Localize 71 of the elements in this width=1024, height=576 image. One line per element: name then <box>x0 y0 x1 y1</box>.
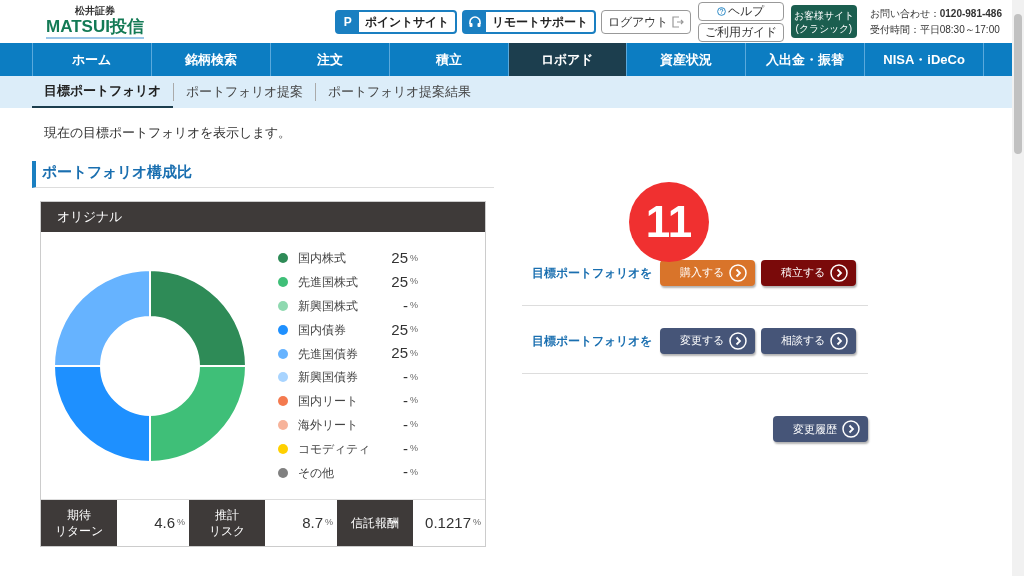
percent-unit: % <box>410 418 418 432</box>
point-site-button[interactable]: P ポイントサイト <box>334 9 457 34</box>
legend-value: - <box>402 295 408 316</box>
legend-value: - <box>402 390 408 411</box>
legend-value: 25 <box>390 319 408 340</box>
legend-value: - <box>402 462 408 483</box>
percent-unit: % <box>410 346 418 360</box>
percent-unit: % <box>410 394 418 408</box>
logout-icon <box>671 15 684 28</box>
percent-unit: % <box>410 442 418 456</box>
legend-label: 先進国債券 <box>298 345 359 363</box>
help-icon <box>717 6 727 16</box>
classic-site-button[interactable]: お客様サイト (クラシック) <box>790 5 857 38</box>
stat-label: 推計 リスク <box>189 500 265 546</box>
legend-label: 海外リート <box>298 417 359 434</box>
action-button[interactable]: 積立する <box>761 259 856 286</box>
nav-tab[interactable]: ロボアド <box>507 43 627 76</box>
legend-value: 25 <box>390 271 408 292</box>
legend-label: 先進国株式 <box>298 274 359 292</box>
stat-value: 4.6 <box>154 512 175 533</box>
percent-unit: % <box>410 465 418 479</box>
legend-label: 国内株式 <box>298 250 347 268</box>
percent-unit: % <box>177 516 185 530</box>
legend-value: - <box>402 367 408 388</box>
card-title: オリジナル <box>41 202 485 232</box>
chevron-right-icon <box>842 420 860 438</box>
chevron-right-icon <box>830 263 848 282</box>
action-prompt: 目標ポートフォリオを <box>532 264 653 282</box>
intro-text: 現在の目標ポートフォリオを表示します。 <box>43 124 292 142</box>
stat-value: 0.1217 <box>425 512 471 533</box>
guide-link[interactable]: ご利用ガイド <box>697 22 784 42</box>
percent-unit: % <box>410 251 418 265</box>
percent-unit: % <box>410 275 418 289</box>
legend-value: 25 <box>390 248 408 269</box>
stat-label: 信託報酬 <box>337 500 413 546</box>
legend-label: 国内リート <box>298 393 359 411</box>
logo[interactable]: MATSUI投信 <box>46 16 144 39</box>
legend-label: その他 <box>298 464 335 482</box>
legend-label: 新興国債券 <box>298 369 359 387</box>
percent-unit: % <box>410 323 418 337</box>
logo-caption: 松井証券 <box>75 4 115 17</box>
remote-support-button[interactable]: リモートサポート <box>461 9 596 34</box>
help-link[interactable]: ヘルプ <box>697 1 784 21</box>
headset-icon <box>467 14 482 29</box>
logout-button[interactable]: ログアウト <box>600 9 691 34</box>
percent-unit: % <box>473 516 481 530</box>
legend-label: コモディティ <box>298 440 371 458</box>
legend-value: - <box>402 414 408 435</box>
percent-unit: % <box>410 370 418 384</box>
subnav-tab[interactable]: ポートフォリオ提案 <box>174 76 315 108</box>
chevron-right-icon <box>729 331 747 350</box>
chevron-right-icon <box>729 263 747 282</box>
stat-label: 期待 リターン <box>41 500 117 546</box>
percent-unit: % <box>325 516 333 530</box>
action-button[interactable]: 変更する <box>660 327 755 354</box>
legend-value: - <box>402 438 408 459</box>
contact-phone: お問い合わせ：0120-981-486 <box>869 6 1002 21</box>
action-button[interactable]: 相談する <box>761 327 856 354</box>
chevron-right-icon <box>830 331 848 350</box>
legend-label: 国内債券 <box>298 321 347 339</box>
legend-value: 25 <box>390 343 408 364</box>
percent-unit: % <box>410 299 418 313</box>
subnav-tab[interactable]: 目標ポートフォリオ <box>32 76 173 108</box>
subnav-tab[interactable]: ポートフォリオ提案結果 <box>316 76 483 108</box>
action-button[interactable]: 変更履歴 <box>773 416 868 442</box>
section-title: ポートフォリオ構成比 <box>32 160 494 188</box>
step-badge: 11 <box>629 182 709 262</box>
action-prompt: 目標ポートフォリオを <box>532 332 653 350</box>
business-hours: 受付時間：平日08:30～17:00 <box>869 22 1001 37</box>
stat-value: 8.7 <box>302 512 323 533</box>
legend-label: 新興国株式 <box>298 298 359 315</box>
